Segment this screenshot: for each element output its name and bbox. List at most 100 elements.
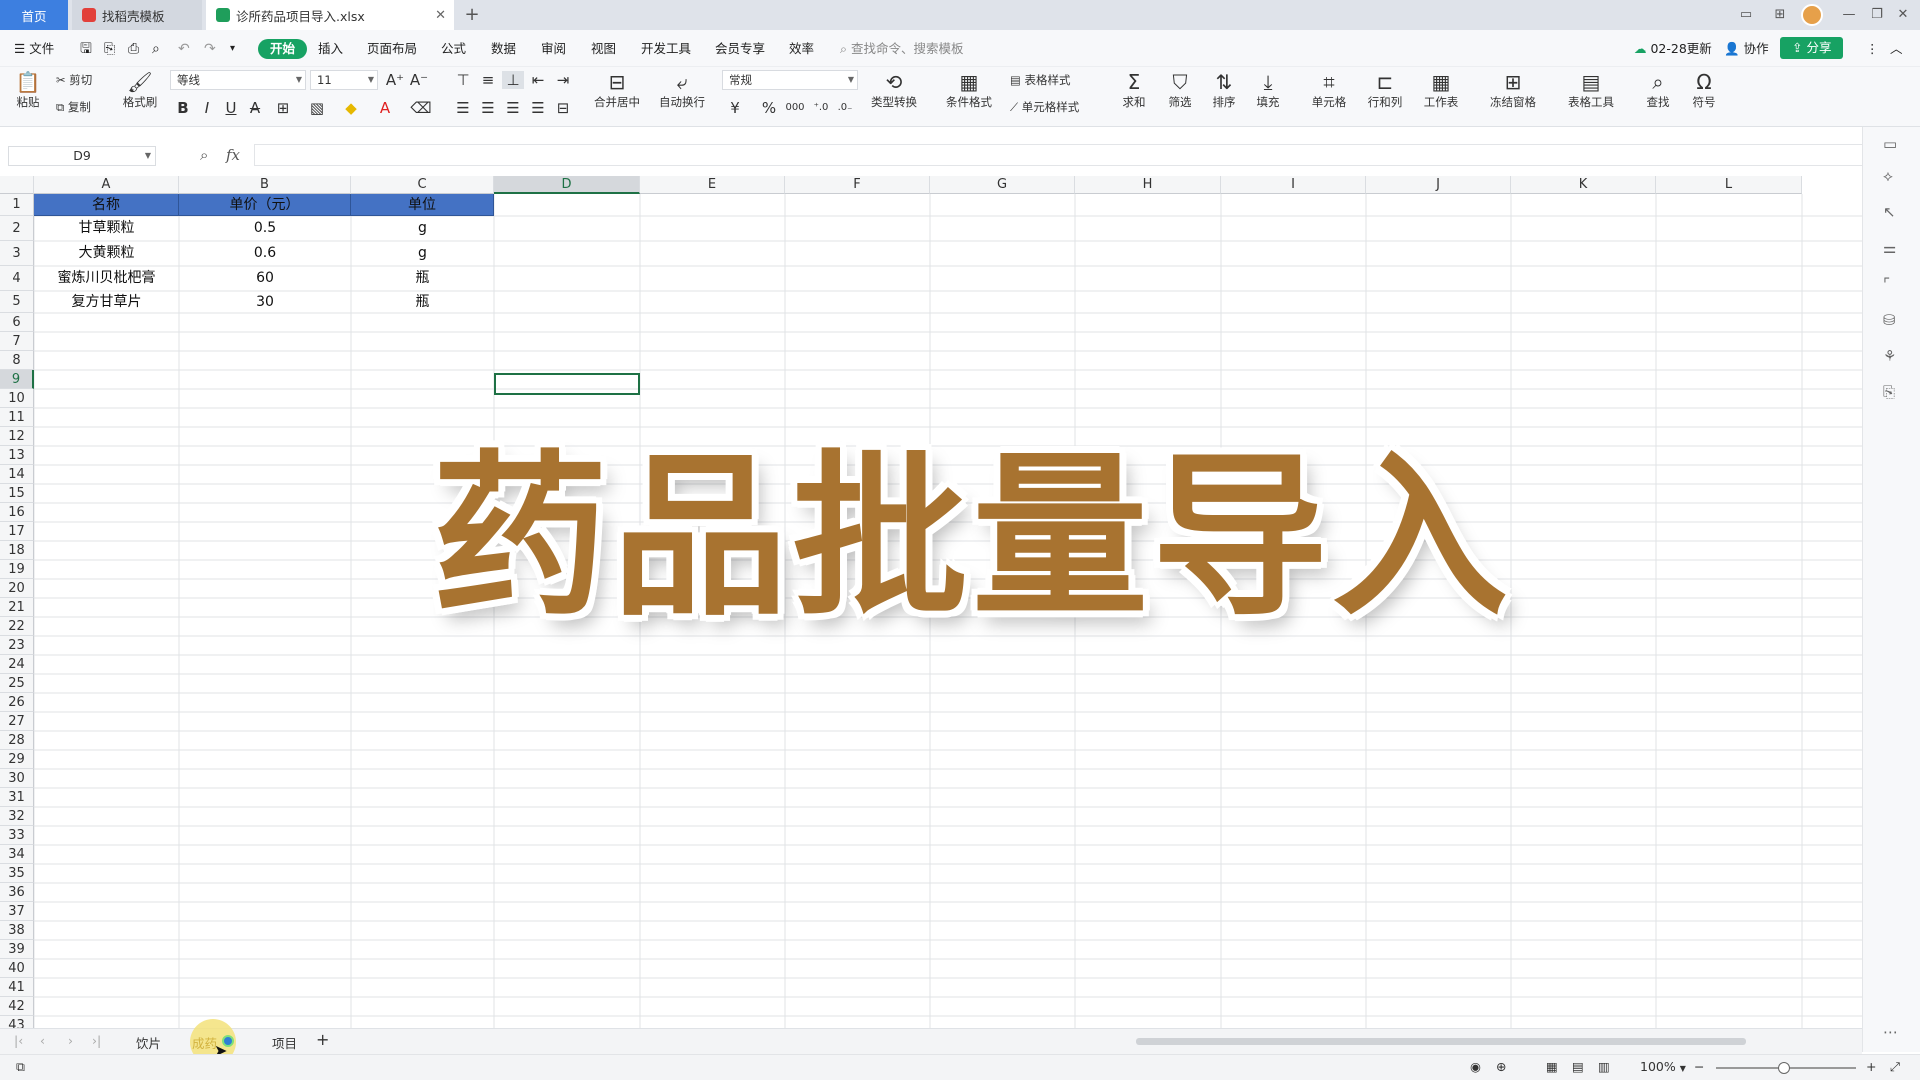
worksheet-button[interactable]: ▦ 工作表 <box>1418 70 1464 110</box>
row-header-9[interactable]: 9 <box>0 370 34 389</box>
row-header-33[interactable]: 33 <box>0 826 34 845</box>
column-header-e[interactable]: E <box>640 176 785 194</box>
collab-button[interactable]: 👤 协作 <box>1724 39 1769 59</box>
italic-icon[interactable]: I <box>196 99 218 117</box>
horizontal-scroll-thumb[interactable] <box>1136 1038 1746 1045</box>
copy-button[interactable]: ⧉ 复制 <box>56 99 91 115</box>
paste-button[interactable]: 📋 粘贴 <box>10 70 46 110</box>
font-color-icon[interactable]: A <box>374 99 396 117</box>
indent-decrease-icon[interactable]: ⇤ <box>527 71 549 89</box>
prev-sheet-icon[interactable]: ‹ <box>40 1033 45 1048</box>
preview-icon[interactable]: ⌕ <box>152 39 160 59</box>
border-icon[interactable]: ⊞ <box>272 99 294 117</box>
conditional-format-button[interactable]: ▦ 条件格式 <box>940 70 998 110</box>
cell-style-button[interactable]: ⟋ 单元格样式 <box>1010 99 1079 115</box>
align-center-icon[interactable]: ☰ <box>477 99 499 117</box>
command-search[interactable]: ⌕ 查找命令、搜索模板 <box>840 39 964 59</box>
collapse-ribbon-icon[interactable]: ︿ <box>1890 39 1903 59</box>
filter-button[interactable]: ⛉ 筛选 <box>1162 70 1198 110</box>
tab-home[interactable]: 首页 <box>0 0 68 30</box>
row-header-25[interactable]: 25 <box>0 674 34 693</box>
eye-protection-icon[interactable]: ◉ <box>1470 1059 1481 1074</box>
align-middle-icon[interactable]: ≡ <box>477 71 499 89</box>
table-cell[interactable]: 甘草颗粒 <box>34 216 179 241</box>
row-header-12[interactable]: 12 <box>0 427 34 446</box>
eraser-icon[interactable]: ⌫ <box>410 99 432 117</box>
print-icon[interactable]: ⎙ <box>128 39 139 59</box>
table-cell[interactable]: 60 <box>179 266 351 291</box>
sidebar-minimize-icon[interactable]: ▭ <box>1883 135 1897 153</box>
table-header-cell[interactable]: 单位 <box>351 194 494 216</box>
table-cell[interactable]: 0.5 <box>179 216 351 241</box>
zoom-out-icon[interactable]: − <box>1694 1059 1704 1074</box>
row-header-19[interactable]: 19 <box>0 560 34 579</box>
indent-increase-icon[interactable]: ⇥ <box>552 71 574 89</box>
restore-icon[interactable]: ❐ <box>1868 6 1886 24</box>
table-cell[interactable]: 蜜炼川贝枇杷膏 <box>34 266 179 291</box>
minimize-icon[interactable]: — <box>1840 6 1858 24</box>
column-header-l[interactable]: L <box>1656 176 1802 194</box>
row-header-34[interactable]: 34 <box>0 845 34 864</box>
menu-view[interactable]: 视图 <box>591 39 616 59</box>
row-header-15[interactable]: 15 <box>0 484 34 503</box>
sidebar-plugin-icon[interactable]: ⚘ <box>1883 347 1896 365</box>
fill-color-icon[interactable]: ◆ <box>340 99 362 117</box>
select-all-corner[interactable] <box>0 176 34 194</box>
cell-button[interactable]: ⌗ 单元格 <box>1306 70 1352 110</box>
normal-view-icon[interactable]: ▦ <box>1546 1059 1558 1074</box>
macro-record-icon[interactable]: ⧉ <box>16 1059 25 1075</box>
column-header-a[interactable]: A <box>34 176 179 194</box>
row-header-8[interactable]: 8 <box>0 351 34 370</box>
menu-page-layout[interactable]: 页面布局 <box>367 39 417 59</box>
sort-button[interactable]: ⇅ 排序 <box>1206 70 1242 110</box>
tab-templates[interactable]: 找稻壳模板 <box>72 0 202 30</box>
shrink-font-icon[interactable]: A⁻ <box>408 71 430 89</box>
row-header-2[interactable]: 2 <box>0 216 34 241</box>
new-tab-button[interactable]: + <box>462 6 482 24</box>
sidebar-style-icon[interactable]: ⟡ <box>1883 167 1893 185</box>
row-header-21[interactable]: 21 <box>0 598 34 617</box>
table-style-button[interactable]: ▤ 表格样式 <box>1010 72 1071 88</box>
table-header-cell[interactable]: 单价（元） <box>179 194 351 216</box>
table-header-cell[interactable]: 名称 <box>34 194 179 216</box>
sidebar-more-icon[interactable]: ⋯ <box>1883 1023 1898 1041</box>
row-header-32[interactable]: 32 <box>0 807 34 826</box>
fullscreen-icon[interactable]: ⤢ <box>1890 1059 1900 1075</box>
save-icon[interactable]: 🖫 <box>80 39 92 59</box>
sidebar-backup-icon[interactable]: ⛁ <box>1883 311 1896 329</box>
row-header-17[interactable]: 17 <box>0 522 34 541</box>
strikethrough-icon[interactable]: A <box>244 99 266 117</box>
column-header-f[interactable]: F <box>785 176 930 194</box>
distribute-icon[interactable]: ⊟ <box>552 99 574 117</box>
table-cell[interactable]: g <box>351 241 494 266</box>
tab-workbook[interactable]: 诊所药品项目导入.xlsx ✕ <box>206 0 454 30</box>
undo-icon[interactable]: ↶ <box>178 39 190 59</box>
sheet-tab-xiangmu[interactable]: 项目 <box>272 1033 297 1052</box>
sheet-tab-yinpian[interactable]: 饮片 <box>136 1033 161 1052</box>
row-header-3[interactable]: 3 <box>0 241 34 266</box>
page-break-view-icon[interactable]: ▥ <box>1598 1059 1610 1074</box>
row-header-26[interactable]: 26 <box>0 693 34 712</box>
format-painter-button[interactable]: 🖌 格式刷 <box>120 70 160 110</box>
row-header-36[interactable]: 36 <box>0 883 34 902</box>
row-header-38[interactable]: 38 <box>0 921 34 940</box>
row-header-16[interactable]: 16 <box>0 503 34 522</box>
zoom-slider-handle[interactable] <box>1778 1062 1790 1074</box>
input-method-icon[interactable]: ⊕ <box>1496 1059 1506 1074</box>
row-header-31[interactable]: 31 <box>0 788 34 807</box>
more-icon[interactable]: ⋮ <box>1866 39 1879 59</box>
grow-font-icon[interactable]: A⁺ <box>384 71 406 89</box>
column-header-b[interactable]: B <box>179 176 351 194</box>
row-header-39[interactable]: 39 <box>0 940 34 959</box>
increase-decimal-icon[interactable]: ⁺.0 <box>810 99 832 117</box>
formula-input[interactable] <box>254 144 1870 166</box>
redo-icon[interactable]: ↷ <box>204 39 216 59</box>
close-window-icon[interactable]: ✕ <box>1894 6 1912 24</box>
justify-icon[interactable]: ☰ <box>527 99 549 117</box>
row-header-30[interactable]: 30 <box>0 769 34 788</box>
fx-icon[interactable]: fx <box>226 146 240 164</box>
table-cell[interactable]: 复方甘草片 <box>34 291 179 313</box>
row-col-button[interactable]: ⊏ 行和列 <box>1362 70 1408 110</box>
fill-button[interactable]: ⤓ 填充 <box>1250 70 1286 110</box>
page-layout-view-icon[interactable]: ▤ <box>1572 1059 1584 1074</box>
